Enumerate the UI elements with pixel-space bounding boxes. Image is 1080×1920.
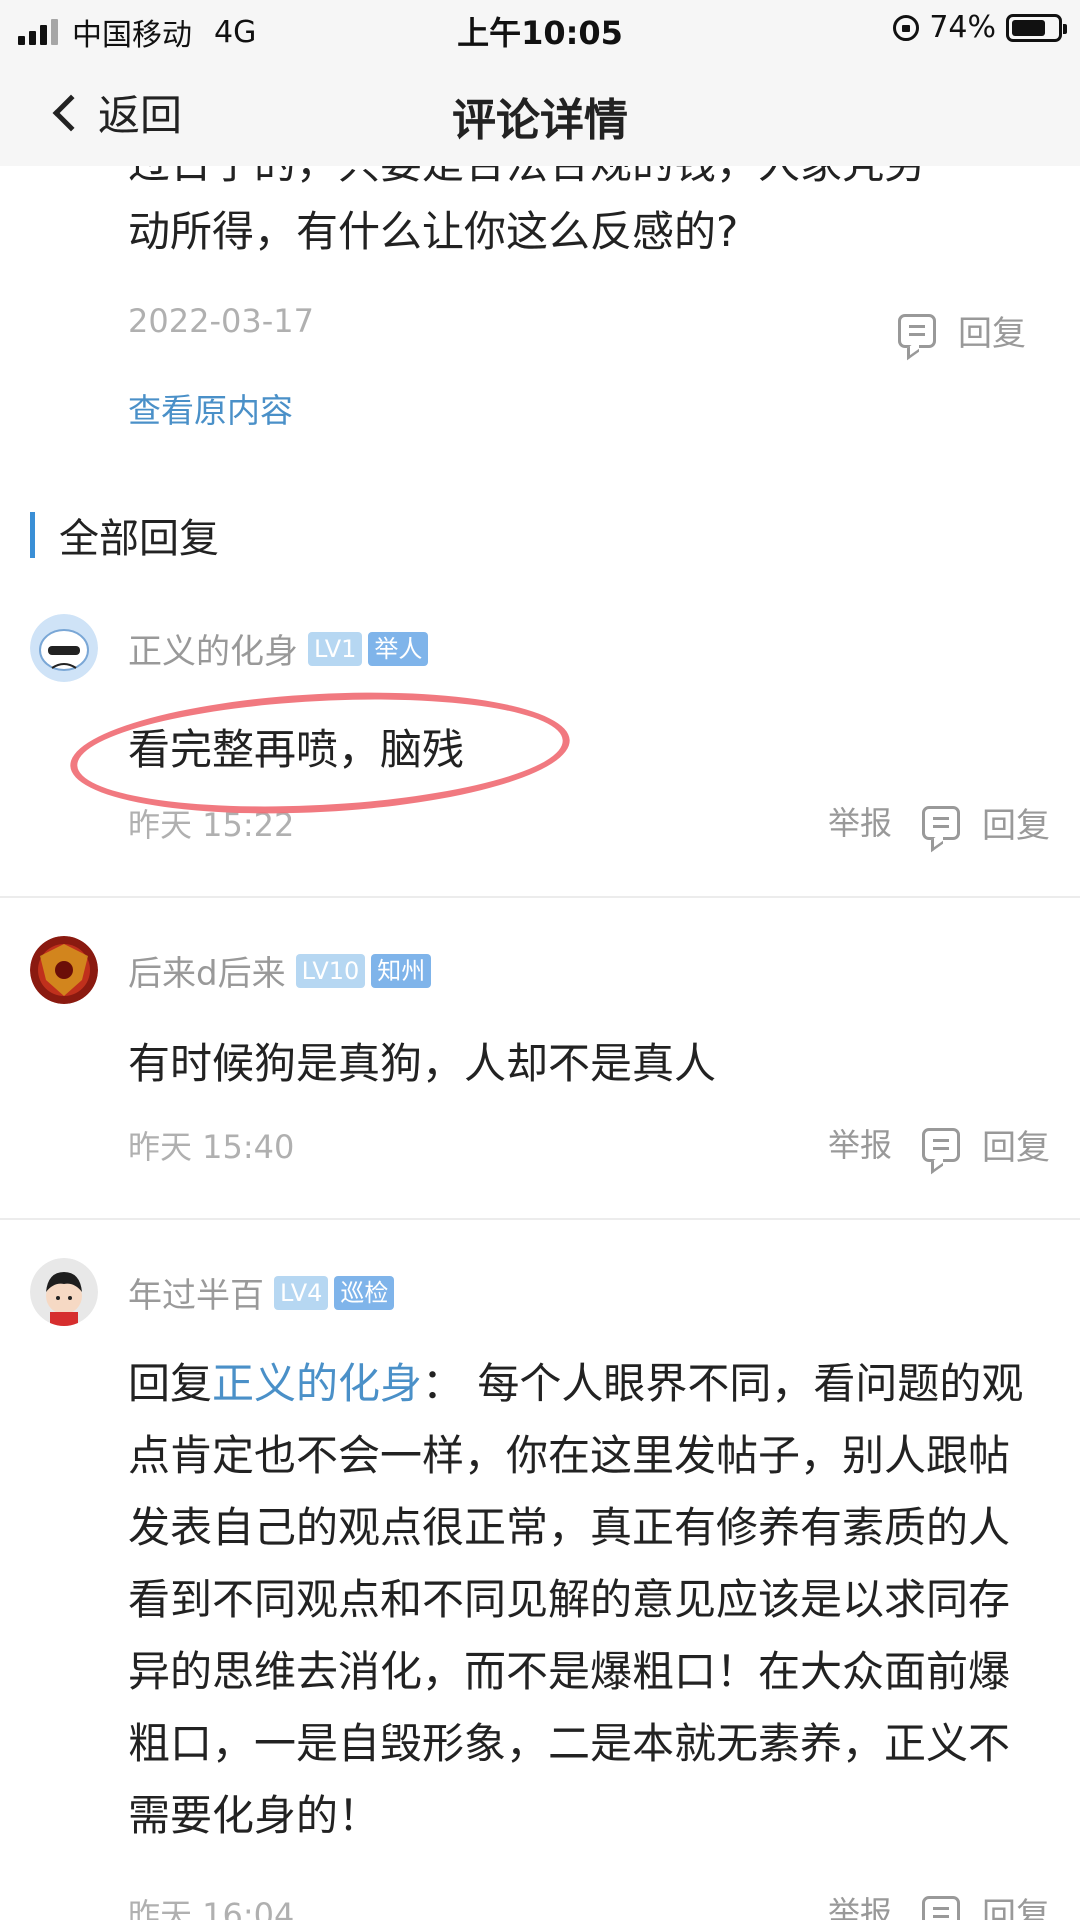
comment-bubble-icon (922, 1895, 960, 1920)
section-title: 全部回复 (59, 516, 219, 562)
reply-button[interactable]: 回复 (922, 798, 1050, 847)
reply-prefix: 回复 (128, 1359, 213, 1408)
status-bar: 中国移动 4G 上午10:05 74% (0, 0, 1080, 60)
battery-icon (1006, 13, 1067, 42)
user-row: 正义的化身 LV1 举人 (128, 624, 434, 673)
user-row: 年过半百 LV4 巡检 (128, 1268, 400, 1317)
user-row: 后来d后来 LV10 知州 (128, 946, 437, 995)
reply-time: 昨天 16:04 (128, 1896, 295, 1920)
avatar[interactable] (30, 1258, 98, 1326)
rotation-lock-icon (893, 14, 920, 41)
red-circle-annotation (67, 680, 573, 826)
report-button[interactable]: 举报 (828, 1120, 892, 1166)
view-original-link[interactable]: 查看原内容 (128, 384, 293, 432)
rank-badge: 知州 (371, 953, 432, 988)
comment-bubble-icon (898, 313, 936, 348)
status-right: 74% (893, 10, 1067, 45)
level-badge: LV1 (308, 631, 363, 666)
username[interactable]: 后来d后来 (128, 946, 286, 995)
reply-body: ： 每个人眼界不同，看问题的观点肯定也不会一样，你在这里发帖子，别人跟帖发表自己… (128, 1359, 1024, 1840)
reply-time: 昨天 15:40 (128, 1128, 295, 1166)
reply-text: 回复正义的化身： 每个人眼界不同，看问题的观点肯定也不会一样，你在这里发帖子，别… (128, 1348, 1028, 1852)
original-text-line: 过日子的，只要是合法合规的钱，人家凭劳 (128, 166, 1028, 198)
comment-bubble-icon (922, 805, 960, 840)
comment-bubble-icon (922, 1127, 960, 1162)
nav-bar: 返回 评论详情 (0, 60, 1080, 166)
divider (0, 1218, 1080, 1220)
original-text-line: 动所得，有什么让你这么反感的? (128, 207, 739, 256)
username[interactable]: 正义的化身 (128, 624, 298, 673)
reply-text: 有时候狗是真狗，人却不是真人 (128, 1039, 717, 1088)
original-reply-button[interactable]: 回复 (898, 306, 1026, 355)
avatar[interactable] (30, 614, 98, 682)
level-badge: LV4 (274, 1275, 329, 1310)
section-accent-bar (30, 512, 35, 558)
report-button[interactable]: 举报 (828, 798, 892, 844)
level-badge: LV10 (295, 953, 366, 988)
divider (0, 896, 1080, 898)
reply-label: 回复 (982, 806, 1050, 846)
original-comment-text: 过日子的，只要是合法合规的钱，人家凭劳 动所得，有什么让你这么反感的? (128, 166, 1028, 266)
reply-button[interactable]: 回复 (922, 1888, 1050, 1920)
battery-percent: 74% (929, 10, 996, 45)
reply-label: 回复 (982, 1896, 1050, 1920)
username[interactable]: 年过半百 (128, 1268, 264, 1317)
report-button[interactable]: 举报 (828, 1888, 892, 1920)
rank-badge: 巡检 (334, 1275, 395, 1310)
page-title: 评论详情 (452, 95, 628, 146)
avatar[interactable] (30, 936, 98, 1004)
rank-badge: 举人 (368, 631, 429, 666)
comment-detail-content[interactable]: 过日子的，只要是合法合规的钱，人家凭劳 动所得，有什么让你这么反感的? 2022… (0, 166, 1080, 1920)
reply-button[interactable]: 回复 (922, 1120, 1050, 1169)
original-date: 2022-03-17 (128, 302, 314, 340)
reply-label: 回复 (958, 314, 1026, 354)
reply-label: 回复 (982, 1128, 1050, 1168)
section-header: 全部回复 (30, 506, 219, 564)
mention-link[interactable]: 正义的化身 (212, 1359, 422, 1408)
